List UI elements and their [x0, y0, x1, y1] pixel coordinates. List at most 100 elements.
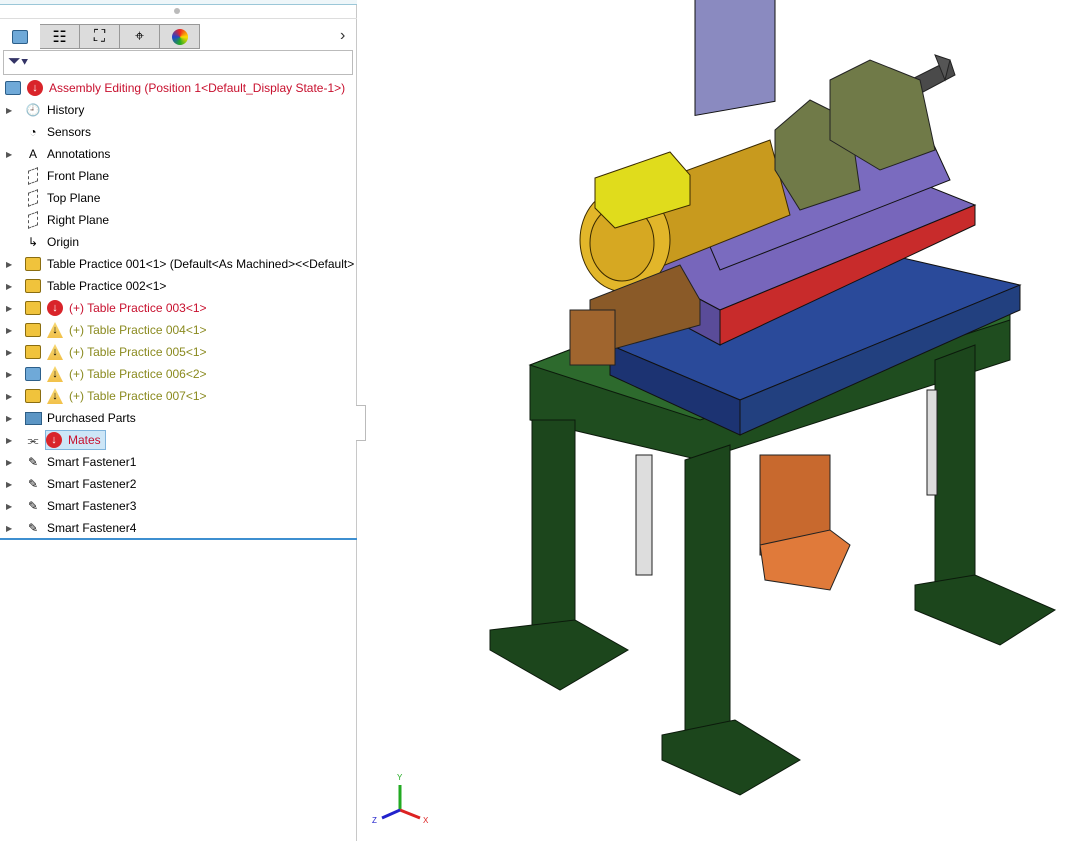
tree-item[interactable]: ↓ Assembly Editing (Position 1<Default_Di…: [0, 77, 357, 99]
divider: [0, 18, 357, 19]
folder-icon: [24, 410, 42, 426]
tree-item-label: Assembly Editing (Position 1<Default_Dis…: [49, 81, 346, 95]
tree-item-label: Table Practice 001<1> (Default<As Machin…: [47, 257, 355, 271]
tree-item-label: (+) Table Practice 007<1>: [69, 389, 207, 403]
tree-item[interactable]: ◔ Sensors: [0, 121, 357, 143]
expand-arrow-icon[interactable]: ▶: [6, 436, 16, 445]
assembly-icon: [24, 366, 42, 382]
history-icon: 🕘: [25, 103, 41, 117]
part-icon: [24, 344, 42, 360]
chevron-right-icon[interactable]: ›: [340, 27, 345, 45]
warning-icon: ↓: [47, 344, 63, 360]
tab-feature-manager[interactable]: [0, 24, 40, 49]
origin-icon: ↳: [27, 235, 39, 249]
tree-item[interactable]: ▶ A Annotations: [0, 143, 357, 165]
part-icon: [24, 300, 42, 316]
tree-item-label: (+) Table Practice 004<1>: [69, 323, 207, 337]
smart-fastener-icon: ✎: [27, 499, 39, 513]
expand-arrow-icon[interactable]: ▶: [6, 304, 16, 313]
tree-item[interactable]: ▶ ↓ (+) Table Practice 003<1>: [0, 297, 357, 319]
tree-item[interactable]: ▶ ✎ Smart Fastener2: [0, 473, 357, 495]
tree-item-label: Table Practice 002<1>: [47, 279, 167, 293]
feature-manager-icon: [12, 29, 28, 44]
assembly-icon: [4, 80, 22, 96]
tree-item[interactable]: ↳ Origin: [0, 231, 357, 253]
selected-item[interactable]: ↓ Mates: [45, 430, 106, 450]
triad-y-label: Y: [397, 773, 403, 782]
tree-item[interactable]: ▶ Table Practice 002<1>: [0, 275, 357, 297]
tree-item[interactable]: ▶ ✎ Smart Fastener4: [0, 517, 357, 539]
tree-item-label: Front Plane: [47, 169, 110, 183]
warning-icon: ↓: [47, 366, 63, 382]
expand-arrow-icon[interactable]: ▶: [6, 480, 16, 489]
dimxpert-icon: ⌖: [134, 27, 144, 45]
tab-configuration-manager[interactable]: ⛶: [80, 24, 120, 49]
tab-display-manager[interactable]: [160, 24, 200, 49]
tree-item-label: Right Plane: [47, 213, 110, 227]
tree-item-label: History: [47, 103, 85, 117]
tree-item-label: Sensors: [47, 125, 92, 139]
tree-item[interactable]: Front Plane: [0, 165, 357, 187]
filter-input[interactable]: ⏷▾: [3, 50, 353, 75]
feature-tree: ↓ Assembly Editing (Position 1<Default_Di…: [0, 77, 357, 539]
tab-dimxpert[interactable]: ⌖: [120, 24, 160, 49]
tree-item[interactable]: ▶ ✎ Smart Fastener1: [0, 451, 357, 473]
annotations-icon: A: [28, 147, 37, 161]
part-icon: [24, 388, 42, 404]
tree-item[interactable]: ▶ ↓ (+) Table Practice 007<1>: [0, 385, 357, 407]
expand-arrow-icon[interactable]: ▶: [6, 502, 16, 511]
tree-item-label: Origin: [47, 235, 80, 249]
expand-arrow-icon[interactable]: ▶: [6, 282, 16, 291]
tree-item[interactable]: ▶ ↓ (+) Table Practice 004<1>: [0, 319, 357, 341]
tree-item-label: (+) Table Practice 006<2>: [69, 367, 207, 381]
smart-fastener-icon: ✎: [27, 455, 39, 469]
warning-icon: ↓: [47, 322, 63, 338]
tree-item-label: Top Plane: [47, 191, 101, 205]
tree-item-label: (+) Table Practice 005<1>: [69, 345, 207, 359]
filter-icon: ⏷▾: [8, 53, 29, 70]
graphics-viewport[interactable]: Y X Z: [358, 0, 1079, 841]
expand-arrow-icon[interactable]: ▶: [6, 106, 16, 115]
tree-item-label: Smart Fastener3: [47, 499, 137, 513]
plane-icon: [24, 167, 42, 185]
tree-item[interactable]: Top Plane: [0, 187, 357, 209]
property-manager-icon: ☷: [52, 28, 67, 46]
tree-item[interactable]: ▶ Purchased Parts: [0, 407, 357, 429]
warning-icon: ↓: [47, 388, 63, 404]
expand-arrow-icon[interactable]: ▶: [6, 414, 16, 423]
smart-fastener-icon: ✎: [27, 521, 39, 535]
part-icon: [24, 322, 42, 338]
tree-item[interactable]: ▶ ↓ (+) Table Practice 005<1>: [0, 341, 357, 363]
part-icon: [24, 278, 42, 294]
tree-item-label: Smart Fastener1: [47, 455, 137, 469]
tree-item[interactable]: ▶ ↓ (+) Table Practice 006<2>: [0, 363, 357, 385]
configuration-manager-icon: ⛶: [93, 27, 106, 45]
triad-z-label: Z: [372, 816, 377, 825]
tree-item-label: Smart Fastener4: [47, 521, 137, 535]
tree-item-label: Annotations: [47, 147, 111, 161]
manager-tabs: ☷ ⛶ ⌖: [0, 24, 200, 49]
tree-item[interactable]: ▶ 🕘 History: [0, 99, 357, 121]
plane-icon: [24, 211, 42, 229]
mates-icon: ⫘: [27, 432, 39, 447]
expand-arrow-icon[interactable]: ▶: [6, 524, 16, 533]
expand-arrow-icon[interactable]: ▶: [6, 370, 16, 379]
tree-item-label: Smart Fastener2: [47, 477, 137, 491]
tree-item[interactable]: ▶ ✎ Smart Fastener3: [0, 495, 357, 517]
expand-arrow-icon[interactable]: ▶: [6, 150, 16, 159]
tree-bottom-divider: [0, 538, 357, 540]
tab-property-manager[interactable]: ☷: [40, 24, 80, 49]
tree-item[interactable]: ▶ Table Practice 001<1> (Default<As Machi…: [0, 253, 357, 275]
expand-arrow-icon[interactable]: ▶: [6, 260, 16, 269]
display-manager-icon: [171, 28, 188, 45]
tree-item-label: (+) Table Practice 003<1>: [69, 301, 207, 315]
expand-arrow-icon[interactable]: ▶: [6, 348, 16, 357]
expand-arrow-icon[interactable]: ▶: [6, 326, 16, 335]
tree-item[interactable]: Right Plane: [0, 209, 357, 231]
expand-arrow-icon[interactable]: ▶: [6, 458, 16, 467]
plane-icon: [24, 189, 42, 207]
tree-item[interactable]: ▶ ⫘ ↓ Mates: [0, 429, 357, 451]
panel-grip[interactable]: [174, 8, 180, 14]
expand-arrow-icon[interactable]: ▶: [6, 392, 16, 401]
error-icon: ↓: [46, 432, 62, 448]
